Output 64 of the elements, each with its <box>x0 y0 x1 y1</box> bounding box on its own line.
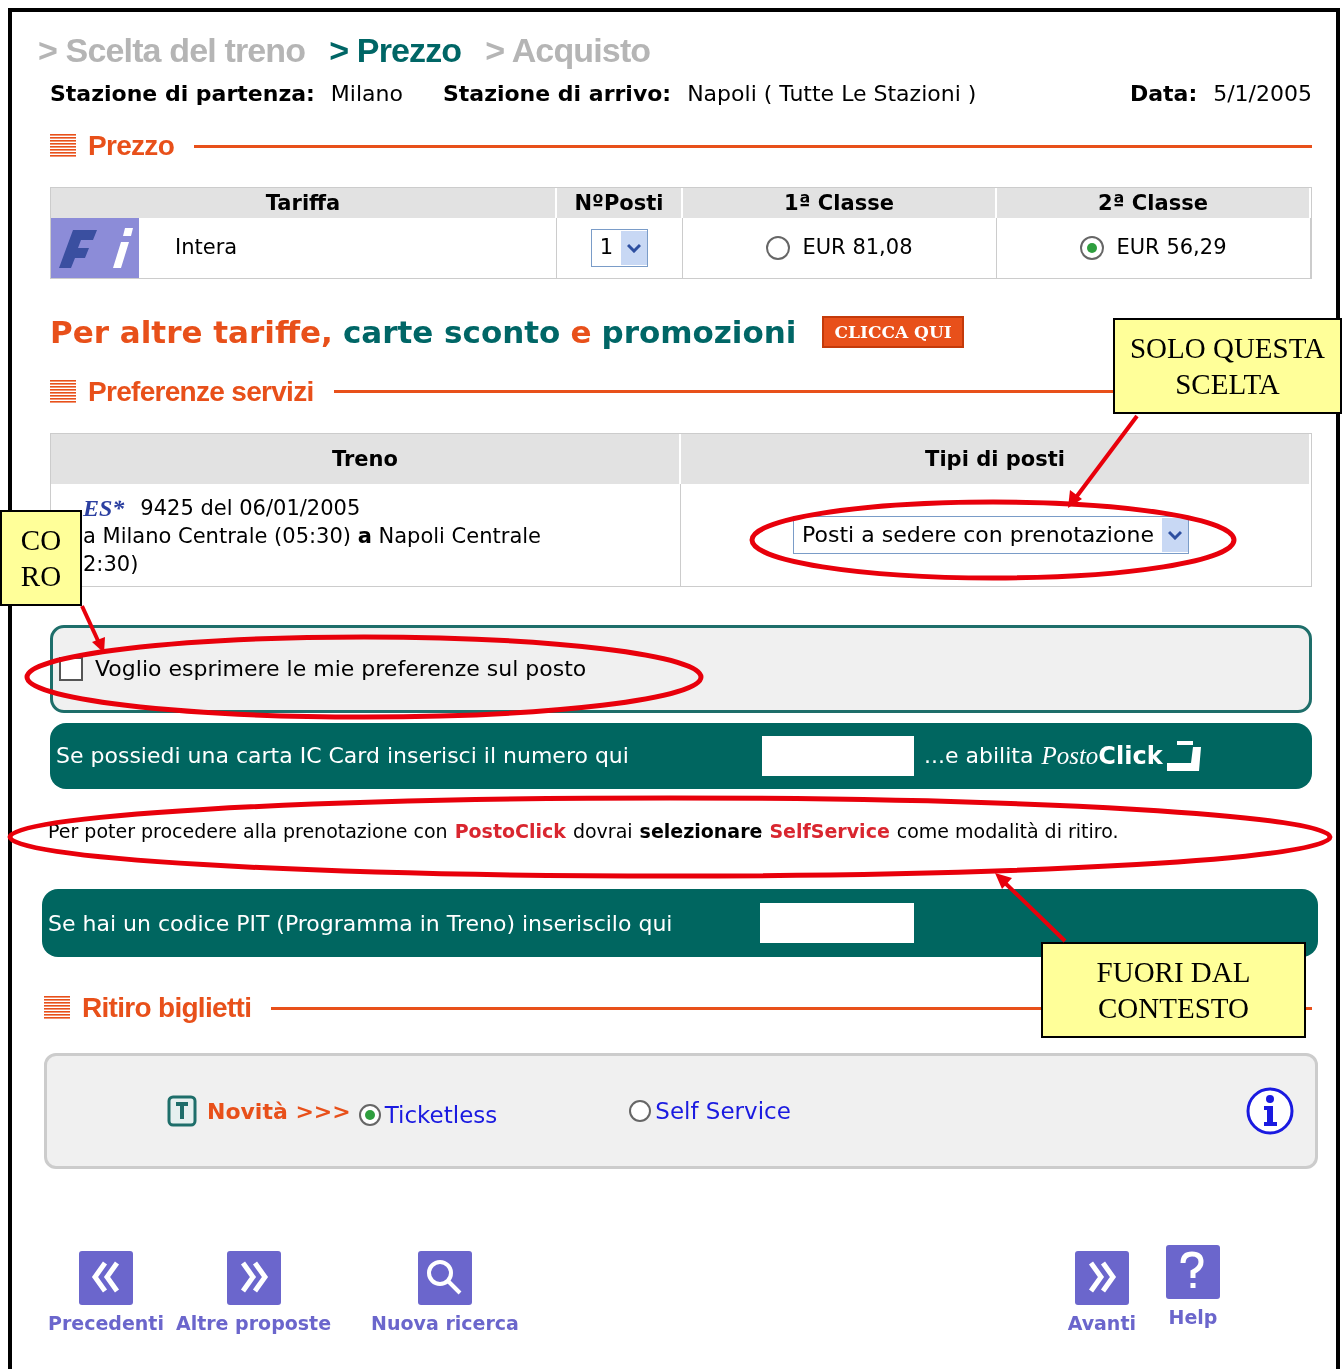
double-right-icon[interactable] <box>1074 1251 1129 1305</box>
column-header: NºPosti <box>557 188 683 218</box>
column-header: Treno <box>51 433 681 484</box>
checkbox-label: Voglio esprimere le mie preferenze sul posto <box>95 655 587 683</box>
annotation-arrow <box>995 873 1067 943</box>
ic-card-field[interactable] <box>762 735 914 776</box>
pit-label: Se hai un codice PIT (Programma in Treno) inseriscilo qui <box>48 909 674 938</box>
class-price: EUR 81,08 <box>802 234 913 262</box>
column-header: 1ª Classe <box>683 188 997 218</box>
chevron-down-icon <box>1167 529 1182 540</box>
fare-name: Intera <box>175 234 238 262</box>
search-icon[interactable] <box>418 1251 472 1305</box>
column-header: 2ª Classe <box>997 188 1311 218</box>
section-title: Ritiro biglietti <box>82 991 252 1025</box>
radio-button[interactable] <box>1080 236 1105 260</box>
annotation-callout: FUORI DAL CONTESTO <box>1041 942 1306 1038</box>
nav-link[interactable]: Avanti <box>1067 1309 1136 1338</box>
pit-field[interactable] <box>760 903 914 943</box>
section-title: Preferenze servizi <box>88 374 314 409</box>
ticket-icon <box>167 1095 197 1127</box>
stripes-icon <box>50 134 76 158</box>
double-right-icon[interactable] <box>226 1251 281 1305</box>
enable-label: ...e abilita <box>924 742 1034 770</box>
nav-link[interactable]: Altre proposte <box>175 1309 332 1338</box>
breadcrumb-step[interactable]: > Prezzo <box>329 25 462 76</box>
chevron-down-icon <box>627 243 642 253</box>
postoclick-logo: PostoClick <box>1041 740 1163 773</box>
promo-heading: Per altre tariffe, carte sconto e promozioni <box>50 313 797 352</box>
annotation-callout: SOLO QUESTA SCELTA <box>1113 318 1342 414</box>
click-here-button[interactable]: CLICCA QUI <box>822 316 964 349</box>
radio-button[interactable] <box>629 1100 652 1122</box>
stripes-icon <box>50 379 76 404</box>
class-price: EUR 56,29 <box>1116 234 1227 262</box>
column-header: Tariffa <box>51 188 557 218</box>
train-number: 9425 del 06/01/2005 <box>140 494 361 522</box>
stripes-icon <box>44 996 70 1020</box>
ic-card-label: Se possiedi una carta IC Card inserisci il numero qui <box>56 742 630 770</box>
train-route: a Milano Centrale (05:30) a Napoli Centrale <box>83 522 542 550</box>
train-arrival: 2:30) <box>83 550 140 578</box>
trip-value: Napoli ( Tutte Le Stazioni ) <box>687 80 977 108</box>
annotation-callout: CO RO <box>0 510 82 606</box>
pickup-option[interactable]: Self Service <box>655 1093 791 1129</box>
novita-label: Novità >>> <box>207 1097 351 1126</box>
trip-label: Stazione di partenza: <box>50 80 315 108</box>
seat-type-dropdown[interactable]: Posti a sedere con prenotazione <box>793 515 1189 554</box>
section-title: Prezzo <box>88 129 175 163</box>
trip-label: Stazione di arrivo: <box>442 80 672 108</box>
double-left-icon[interactable] <box>78 1251 133 1305</box>
seats-dropdown[interactable]: 1 <box>590 229 649 267</box>
radio-button[interactable] <box>358 1104 381 1126</box>
help-icon[interactable] <box>1166 1245 1220 1299</box>
trip-value: 5/1/2005 <box>1213 80 1312 108</box>
trip-label: Data: <box>1129 80 1198 108</box>
annotation-arrow <box>80 605 105 653</box>
column-header: Tipi di posti <box>681 433 1311 484</box>
pickup-option[interactable]: Ticketless <box>384 1097 498 1133</box>
info-icon[interactable] <box>1245 1086 1295 1136</box>
train-category-label: ES* <box>83 493 125 522</box>
nav-link[interactable]: Nuova ricerca <box>371 1309 519 1338</box>
logo-icon <box>51 218 139 278</box>
nav-link[interactable]: Precedenti <box>48 1309 164 1338</box>
nav-link[interactable]: Help <box>1168 1303 1218 1332</box>
trip-value: Milano <box>330 80 403 108</box>
radio-button[interactable] <box>766 236 791 260</box>
